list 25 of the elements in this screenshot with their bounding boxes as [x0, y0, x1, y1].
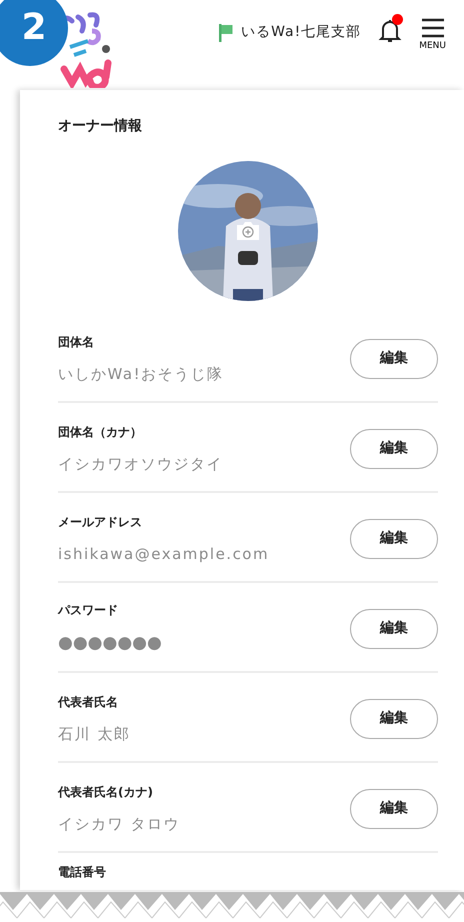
field-label: 団体名	[58, 334, 95, 351]
field-label: メールアドレス	[58, 514, 143, 531]
password-value: ●●●●●●●	[58, 632, 162, 656]
edit-button[interactable]: 編集	[350, 338, 438, 379]
flag-icon	[219, 24, 234, 42]
field-label: パスワード	[58, 602, 119, 620]
field-value: イシカワオソウジタイ	[58, 454, 223, 475]
field-value: イシカワ タロウ	[58, 814, 180, 835]
menu-button[interactable]: MENU	[419, 18, 446, 51]
field-label: 電話番号	[58, 864, 106, 881]
field-label: 代表者氏名(カナ)	[58, 784, 154, 801]
branch-name: いるWa!七尾支部	[241, 23, 362, 42]
step-badge: 2	[0, 0, 68, 66]
edit-button[interactable]: 編集	[350, 518, 438, 559]
field-value: いしかWa!おそうじ隊	[58, 364, 224, 385]
field-value: ishikawa@example.com	[58, 544, 270, 565]
edit-button[interactable]: 編集	[350, 788, 438, 829]
edit-button[interactable]: 編集	[350, 698, 438, 739]
field-value: 石川 太郎	[58, 724, 130, 745]
edit-button[interactable]: 編集	[350, 428, 438, 469]
section-title: オーナー情報	[58, 118, 143, 135]
field-label: 代表者氏名	[58, 694, 119, 711]
camera-icon[interactable]	[236, 221, 260, 242]
field-label: 団体名（カナ）	[58, 424, 143, 441]
edit-button[interactable]: 編集	[350, 608, 438, 649]
